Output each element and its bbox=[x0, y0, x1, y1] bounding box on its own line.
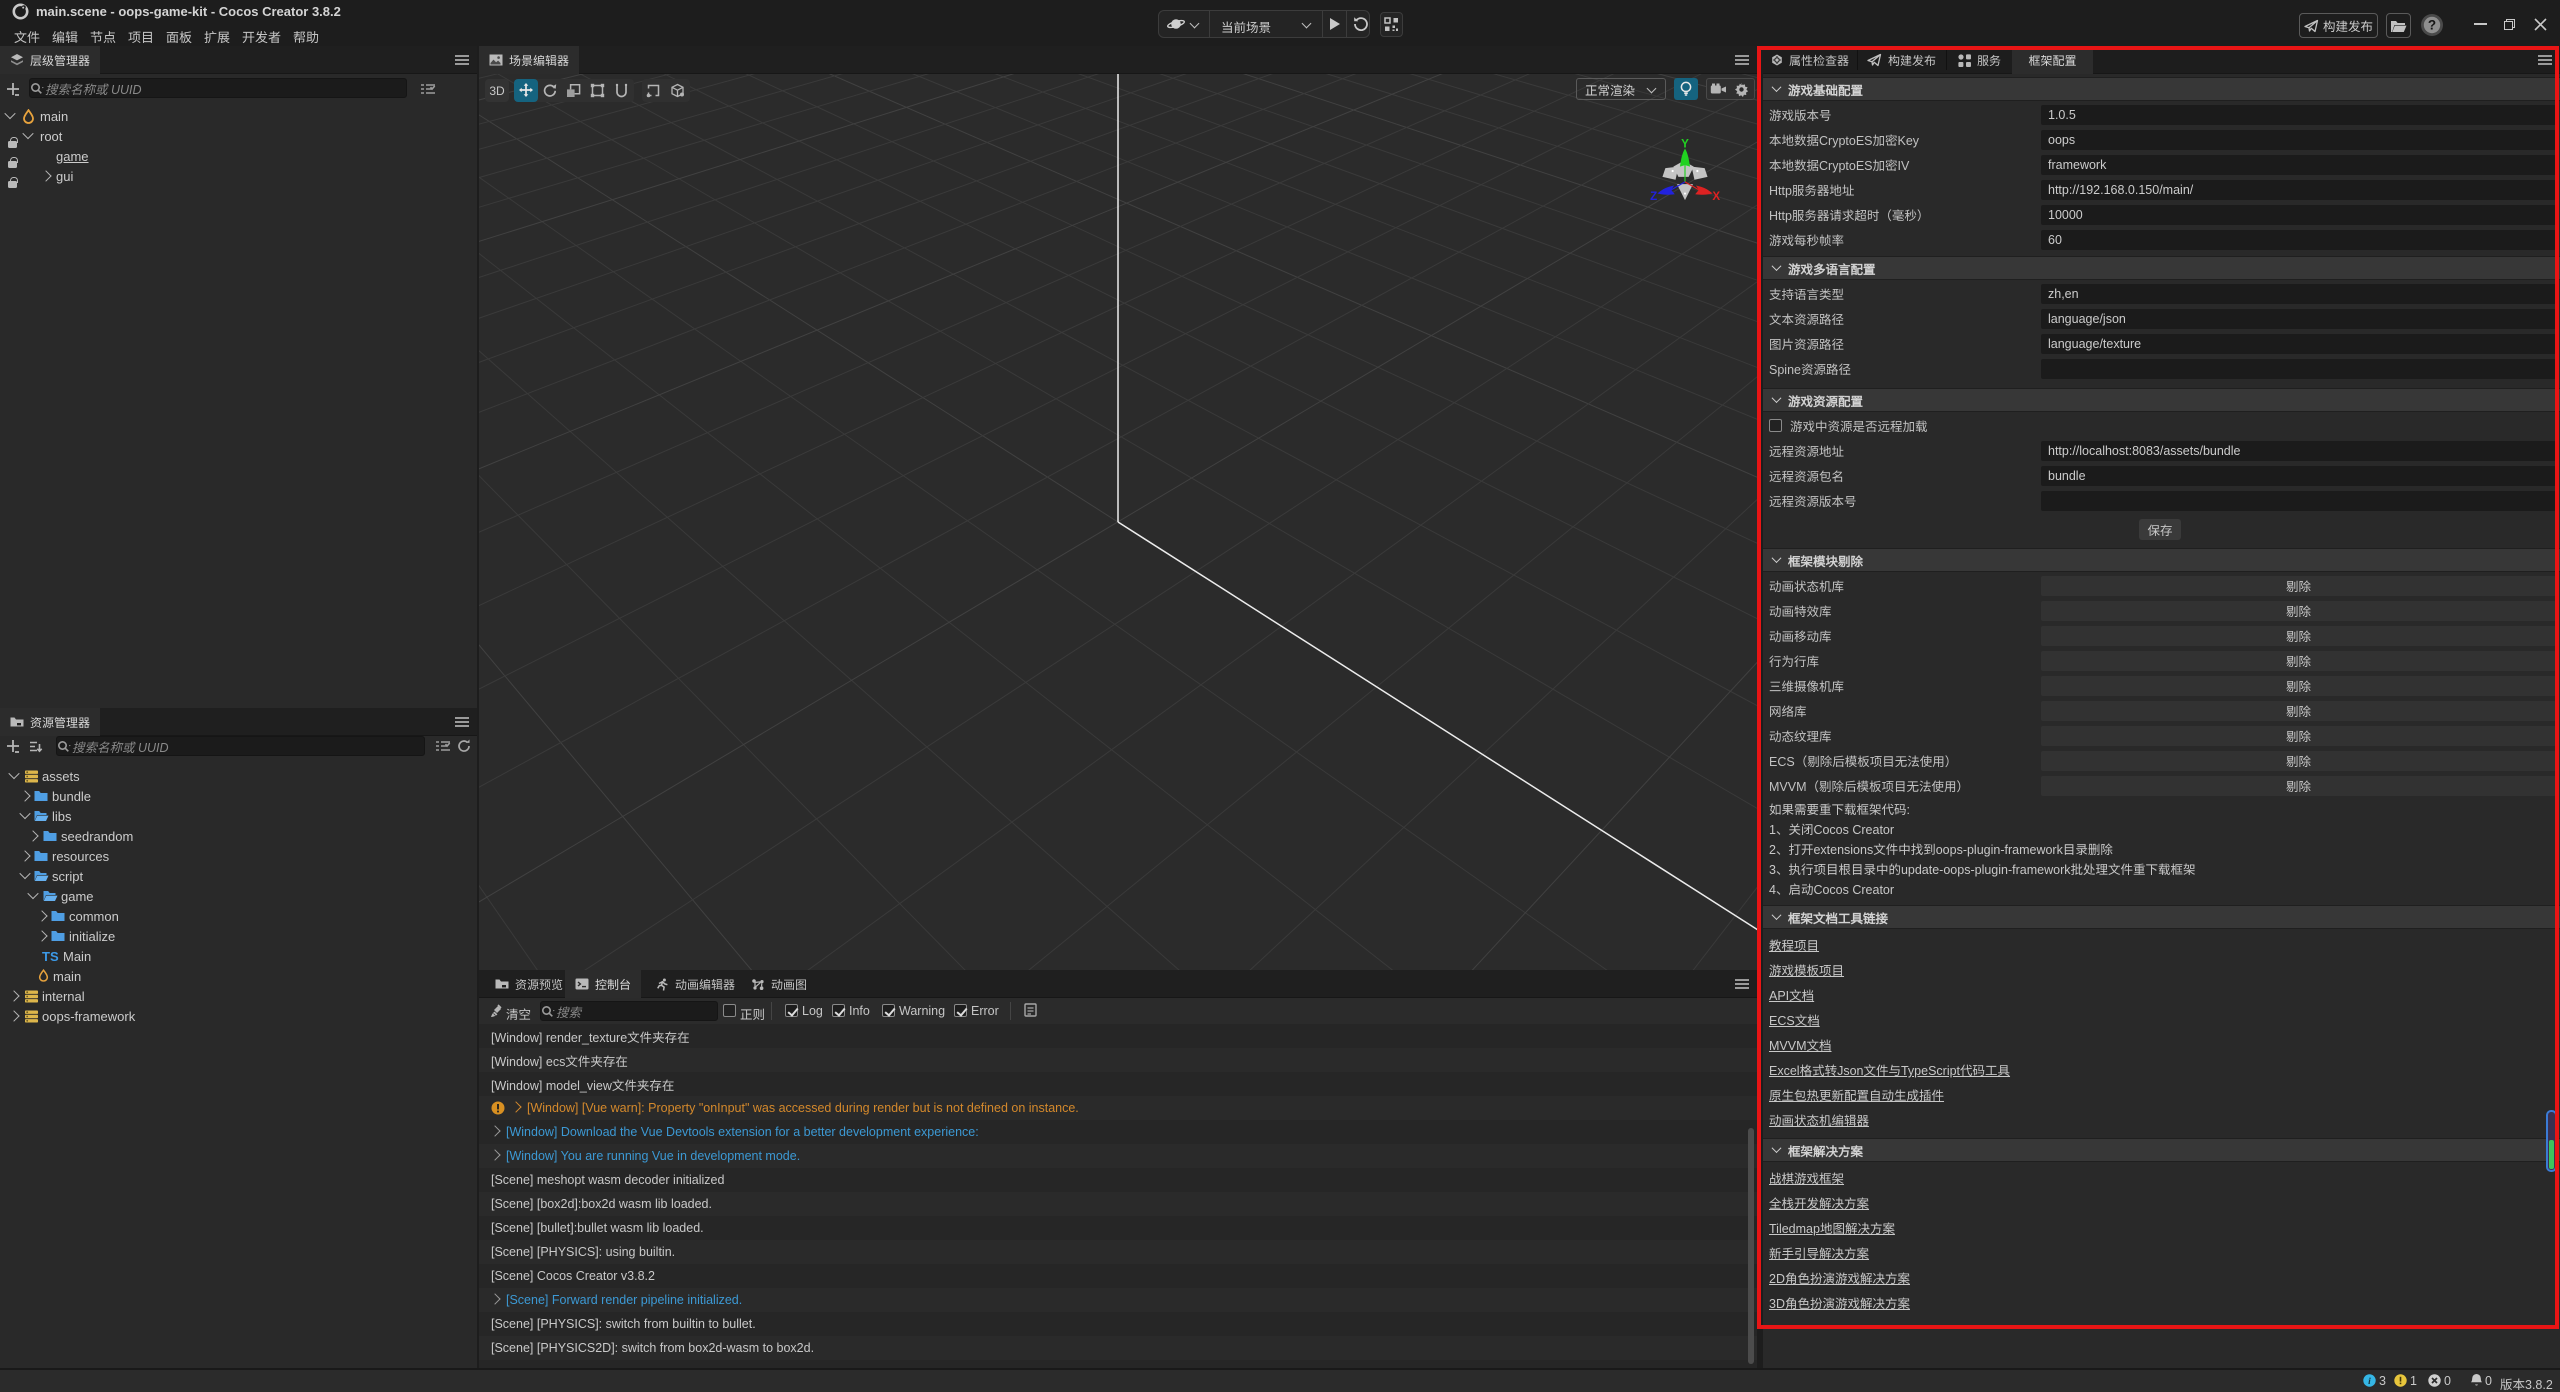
svg-text:X: X bbox=[1712, 190, 1720, 203]
svg-text:Y: Y bbox=[1681, 139, 1689, 151]
svg-text:i: i bbox=[2368, 1377, 2371, 1387]
svg-text:Z: Z bbox=[1650, 190, 1657, 203]
